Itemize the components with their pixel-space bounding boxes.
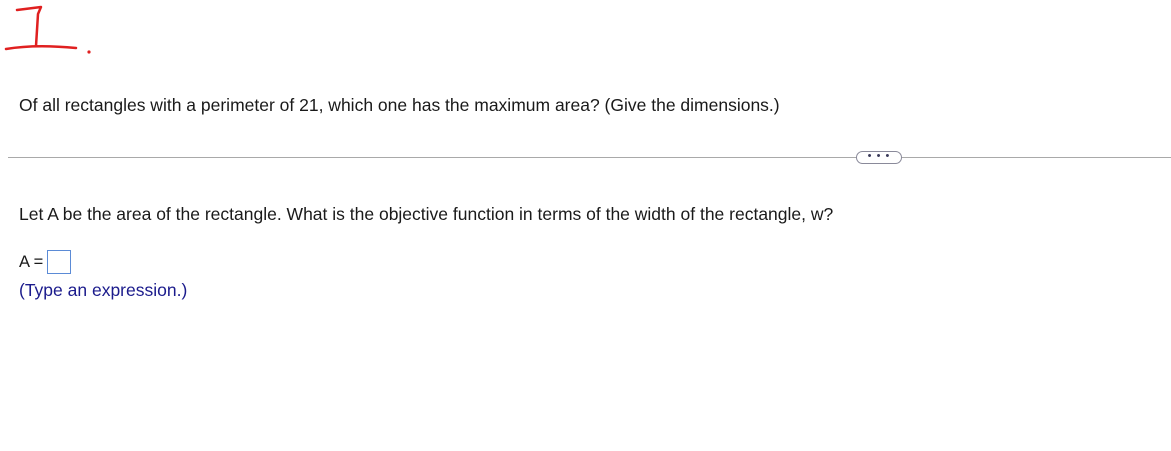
step-prompt: Let A be the area of the rectangle. What…	[19, 204, 834, 224]
answer-row: A =	[19, 249, 72, 275]
answer-hint: (Type an expression.)	[19, 280, 188, 300]
ellipsis-icon: • • •	[867, 150, 891, 162]
show-more-button[interactable]: • • •	[856, 151, 902, 164]
answer-input[interactable]	[47, 250, 72, 274]
answer-label: A =	[19, 253, 44, 271]
section-divider	[8, 157, 1171, 158]
question-text: Of all rectangles with a perimeter of 21…	[19, 95, 780, 115]
handwritten-number-mark	[4, 5, 91, 54]
